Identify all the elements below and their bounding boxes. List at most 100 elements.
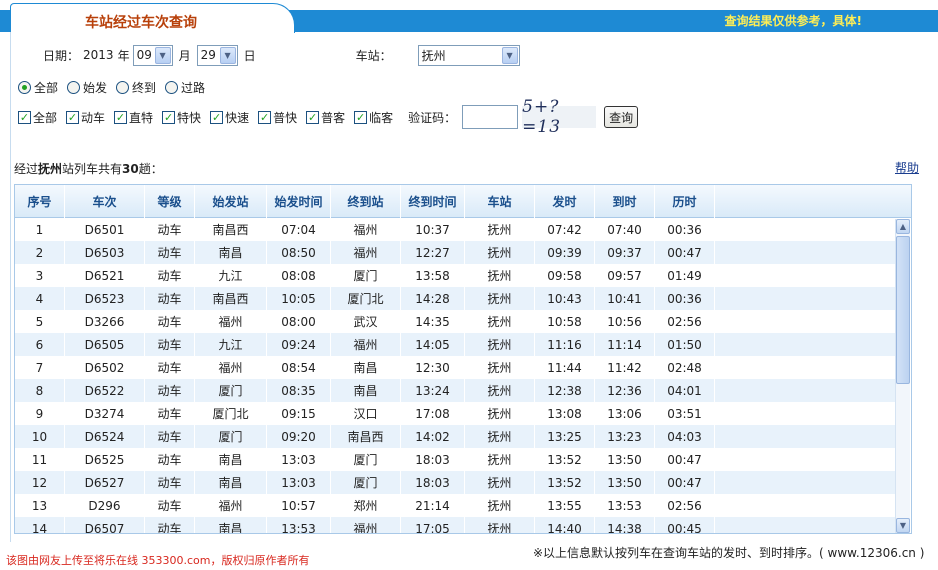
table-cell: 动车 [145, 333, 195, 356]
table-cell: 厦门北 [331, 287, 401, 310]
table-cell: 13:53 [595, 494, 655, 517]
checkmark-icon[interactable]: ✓ [306, 110, 320, 124]
table-cell: 10:41 [595, 287, 655, 310]
scroll-down-icon[interactable]: ▼ [896, 518, 910, 533]
column-header: 等级 [145, 185, 195, 218]
table-row[interactable]: 14 D6507 动车 南昌 13:53 福州 17:05 抚州 14:40 14:38 00:45 [15, 517, 895, 533]
header-notice: 查询结果仅供参考，具体! [724, 14, 862, 28]
table-cell: D6501 [65, 218, 145, 241]
checkbox-fast[interactable]: ✓ 快速 [210, 109, 249, 126]
table-cell: 厦门 [195, 379, 267, 402]
checkmark-icon[interactable]: ✓ [18, 110, 31, 124]
radio-dot[interactable] [18, 81, 31, 94]
checkmark-icon[interactable]: ✓ [258, 110, 272, 124]
table-row[interactable]: 6 D6505 动车 九江 09:24 福州 14:05 抚州 11:16 11:14 01:50 [15, 333, 895, 356]
table-cell: 04:01 [655, 379, 715, 402]
table-cell: 12:36 [595, 379, 655, 402]
watermark: 该图由网友上传至将乐在线 353300.com，版权归原作者所有 [6, 554, 310, 567]
checkbox-temporary[interactable]: ✓ 临客 [354, 109, 393, 126]
table-cell: 12:27 [401, 241, 465, 264]
radio-dot[interactable] [67, 81, 81, 94]
scroll-up-icon[interactable]: ▲ [896, 219, 910, 234]
query-button[interactable]: 查询 [604, 106, 639, 128]
column-header: 车站 [465, 185, 535, 218]
table-row[interactable]: 13 D296 动车 福州 10:57 郑州 21:14 抚州 13:55 13:53 02:56 [15, 494, 895, 517]
radio-dot[interactable] [116, 81, 130, 94]
table-row[interactable]: 4 D6523 动车 南昌西 10:05 厦门北 14:28 抚州 10:43 10:41 00:3… [15, 287, 895, 310]
table-cell: D6505 [65, 333, 145, 356]
chevron-down-icon[interactable]: ▼ [154, 46, 171, 64]
table-cell: 10:05 [267, 287, 331, 310]
table-cell: D6523 [65, 287, 145, 310]
checkbox-label: 普客 [321, 110, 346, 125]
table-row[interactable]: 1 D6501 动车 南昌西 07:04 福州 10:37 抚州 07:42 07:40 00:36 [15, 218, 895, 241]
result-summary: 经过抚州站列车共有30趟： [14, 160, 163, 177]
scrollbar-thumb[interactable] [896, 236, 910, 384]
table-cell: 南昌西 [195, 287, 267, 310]
table-cell: 2 [15, 241, 65, 264]
table-row[interactable]: 11 D6525 动车 南昌 13:03 厦门 18:03 抚州 13:52 13:50 00:47 [15, 448, 895, 471]
radio-all[interactable]: 全部 [18, 79, 58, 96]
table-cell: 汉口 [331, 402, 401, 425]
checkmark-icon[interactable]: ✓ [354, 110, 368, 124]
table-cell: 18:03 [401, 448, 465, 471]
checkbox-emu[interactable]: ✓ 动车 [66, 109, 105, 126]
table-row[interactable]: 3 D6521 动车 九江 08:08 厦门 13:58 抚州 09:58 09:57 01:49 [15, 264, 895, 287]
table-row[interactable]: 8 D6522 动车 厦门 08:35 南昌 13:24 抚州 12:38 12:36 04:01 [15, 379, 895, 402]
checkbox-ordinary[interactable]: ✓ 普客 [306, 109, 345, 126]
radio-label: 全部 [34, 81, 59, 95]
table-cell: 13:06 [595, 402, 655, 425]
radio-label: 终到 [132, 81, 157, 95]
checkbox-express[interactable]: ✓ 特快 [162, 109, 201, 126]
table-cell: 动车 [145, 241, 195, 264]
checkbox-all[interactable]: ✓ 全部 [18, 109, 57, 126]
radio-terminal[interactable]: 终到 [116, 79, 156, 96]
help-link[interactable]: 帮助 [895, 159, 919, 176]
radio-label: 始发 [83, 81, 108, 95]
table-cell: 01:50 [655, 333, 715, 356]
table-cell: 13:58 [401, 264, 465, 287]
table-row[interactable]: 9 D3274 动车 厦门北 09:15 汉口 17:08 抚州 13:08 13:06 03:51 [15, 402, 895, 425]
table-cell: 07:40 [595, 218, 655, 241]
table-cell: 动车 [145, 494, 195, 517]
checkmark-icon[interactable]: ✓ [162, 110, 176, 124]
checkbox-direct-express[interactable]: ✓ 直特 [114, 109, 153, 126]
table-cell: 00:47 [655, 471, 715, 494]
table-cell: D6522 [65, 379, 145, 402]
table-cell: D3274 [65, 402, 145, 425]
table-row[interactable]: 10 D6524 动车 厦门 09:20 南昌西 14:02 抚州 13:25 13:23 04:0… [15, 425, 895, 448]
column-header: 车次 [65, 185, 145, 218]
checkbox-label: 普快 [273, 110, 298, 125]
table-row[interactable]: 12 D6527 动车 南昌 13:03 厦门 18:03 抚州 13:52 13:50 00:47 [15, 471, 895, 494]
table-row[interactable]: 5 D3266 动车 福州 08:00 武汉 14:35 抚州 10:58 10:56 02:56 [15, 310, 895, 333]
table-cell: 02:56 [655, 310, 715, 333]
checkmark-icon[interactable]: ✓ [210, 110, 224, 124]
table-cell: 07:04 [267, 218, 331, 241]
radio-origin[interactable]: 始发 [67, 79, 107, 96]
table-cell: 福州 [195, 356, 267, 379]
month-select[interactable]: 09 ▼ [132, 44, 173, 66]
table-cell: 08:00 [267, 310, 331, 333]
checkmark-icon[interactable]: ✓ [66, 110, 80, 124]
checkmark-icon[interactable]: ✓ [114, 110, 128, 124]
table-cell: 13:25 [535, 425, 595, 448]
table-cell: 09:15 [267, 402, 331, 425]
table-cell: 12 [15, 471, 65, 494]
radio-dot[interactable] [165, 81, 179, 94]
table-row[interactable]: 2 D6503 动车 南昌 08:50 福州 12:27 抚州 09:39 09:37 00:47 [15, 241, 895, 264]
captcha-input[interactable] [462, 105, 519, 129]
station-select[interactable]: 抚州 ▼ [417, 44, 520, 66]
table-cell: 14:02 [401, 425, 465, 448]
chevron-down-icon[interactable]: ▼ [219, 46, 236, 64]
checkbox-ordinary-fast[interactable]: ✓ 普快 [258, 109, 297, 126]
vertical-scrollbar[interactable]: ▲ ▼ [895, 219, 910, 533]
column-header: 发时 [535, 185, 595, 218]
table-cell: 动车 [145, 287, 195, 310]
captcha-image[interactable]: 5+?=13 [522, 97, 597, 137]
day-select[interactable]: 29 ▼ [196, 44, 238, 66]
table-cell: 动车 [145, 517, 195, 533]
chevron-down-icon[interactable]: ▼ [501, 46, 518, 64]
radio-passing[interactable]: 过路 [165, 79, 205, 96]
table-row[interactable]: 7 D6502 动车 福州 08:54 南昌 12:30 抚州 11:44 11:42 02:48 [15, 356, 895, 379]
table-cell: 抚州 [465, 402, 535, 425]
